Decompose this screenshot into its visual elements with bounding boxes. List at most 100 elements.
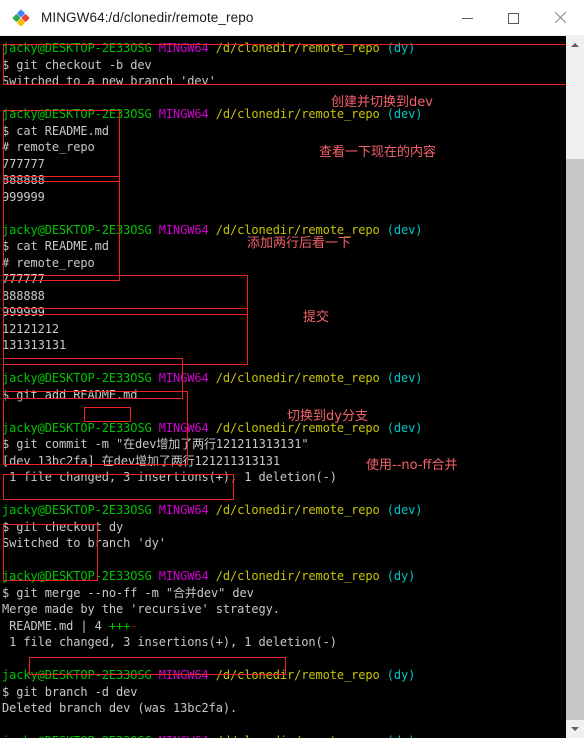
output-line: Deleted branch dev (was 13bc2fa). <box>2 700 566 717</box>
diffstat-additions: +++ <box>108 618 131 633</box>
command-text: $ git checkout -b dev <box>2 57 152 72</box>
output-text: 888888 <box>2 288 45 303</box>
terminal-area[interactable]: jacky@DESKTOP-2E33OSG MINGW64 /d/clonedi… <box>0 36 566 738</box>
output-line: 999999 <box>2 304 566 321</box>
command-flag-no-ff: --no-ff <box>87 585 138 600</box>
command-line: $ cat README.md <box>2 123 566 140</box>
prompt-host: MINGW64 <box>158 569 209 583</box>
prompt-line: jacky@DESKTOP-2E33OSG MINGW64 /d/clonedi… <box>2 733 566 738</box>
output-line: 1 file changed, 3 insertions(+), 1 delet… <box>2 634 566 651</box>
output-line: # remote_repo <box>2 255 566 272</box>
annotation-view-content: 查看一下现在的内容 <box>319 145 437 160</box>
prompt-host: MINGW64 <box>158 668 209 682</box>
command-line: $ git add README.md <box>2 387 566 404</box>
scrollbar-thumb[interactable] <box>566 54 584 159</box>
diffstat-deletions: - <box>130 618 138 633</box>
output-line: 131313131 <box>2 337 566 354</box>
output-text: 999999 <box>2 305 45 319</box>
annotation-commit: 提交 <box>303 310 330 325</box>
prompt-user: jacky@DESKTOP-2E33OSG <box>2 420 152 435</box>
output-text: 777777 <box>2 156 45 171</box>
prompt-host: MINGW64 <box>158 222 209 237</box>
scrollbar-track[interactable] <box>566 54 584 720</box>
vertical-scrollbar[interactable] <box>566 36 584 738</box>
output-line: # remote_repo <box>2 139 566 156</box>
prompt-branch: (dev) <box>386 420 423 435</box>
prompt-host: MINGW64 <box>158 420 209 435</box>
output-text: # remote_repo <box>2 140 95 154</box>
output-text: 777777 <box>2 272 45 286</box>
prompt-host: MINGW64 <box>158 371 209 385</box>
prompt-branch: (dy) <box>386 41 416 55</box>
output-line: Merge made by the 'recursive' strategy. <box>2 601 566 618</box>
maximize-button[interactable] <box>490 0 536 36</box>
command-line: $ git checkout dy <box>2 519 566 536</box>
output-line: README.md | 4 +++- <box>2 618 566 635</box>
output-text: # remote_repo <box>2 255 95 270</box>
prompt-branch: (dy) <box>386 668 416 682</box>
output-line: 1 file changed, 3 insertions(+), 1 delet… <box>2 469 566 486</box>
maximize-icon <box>507 12 519 24</box>
prompt-line: jacky@DESKTOP-2E33OSG MINGW64 /d/clonedi… <box>2 667 566 684</box>
output-text: [dev 13bc2fa] 在dev增加了两行121211313131 <box>2 453 281 468</box>
scroll-down-button[interactable] <box>566 720 584 738</box>
prompt-user: jacky@DESKTOP-2E33OSG <box>2 668 152 682</box>
minimize-button[interactable] <box>444 0 490 36</box>
output-line: 888888 <box>2 288 566 305</box>
command-text-tail: -m "合并dev" dev <box>137 585 254 600</box>
command-text: $ git branch -d dev <box>2 684 138 699</box>
output-text: Deleted branch dev (was 13bc2fa). <box>2 701 238 715</box>
prompt-branch: (dev) <box>386 371 423 385</box>
command-text: $ cat README.md <box>2 123 109 138</box>
output-text: 888888 <box>2 173 45 187</box>
prompt-line: jacky@DESKTOP-2E33OSG MINGW64 /d/clonedi… <box>2 106 566 123</box>
prompt-path: /d/clonedir/remote_repo <box>215 41 380 55</box>
prompt-user: jacky@DESKTOP-2E33OSG <box>2 503 152 517</box>
scroll-up-button[interactable] <box>566 36 584 54</box>
prompt-host: MINGW64 <box>158 107 209 121</box>
terminal-screen: jacky@DESKTOP-2E33OSG MINGW64 /d/clonedi… <box>2 40 566 738</box>
minimize-icon <box>461 17 473 19</box>
command-text: $ git commit -m "在dev增加了两行121211313131" <box>2 437 309 451</box>
command-line: $ git branch -d dev <box>2 684 566 701</box>
diffstat-file: README.md | 4 <box>2 618 109 633</box>
output-text: Merge made by the 'recursive' strategy. <box>2 602 280 616</box>
command-line: $ git commit -m "在dev增加了两行121211313131" <box>2 436 566 453</box>
command-text: $ git checkout dy <box>2 519 124 534</box>
prompt-user: jacky@DESKTOP-2E33OSG <box>2 734 152 738</box>
output-text: 12121212 <box>2 321 59 336</box>
output-line: 777777 <box>2 271 566 288</box>
chevron-down-icon <box>571 727 579 731</box>
output-text: Switched to branch 'dy' <box>2 536 166 550</box>
prompt-line: jacky@DESKTOP-2E33OSG MINGW64 /d/clonedi… <box>2 420 566 437</box>
output-text: Switched to a new branch 'dev' <box>2 74 216 88</box>
output-text: 1 file changed, 3 insertions(+), 1 delet… <box>2 635 337 649</box>
annotation-use-no-ff: 使用--no-ff合并 <box>366 458 458 473</box>
annotation-switch-dy: 切换到dy分支 <box>287 409 368 424</box>
prompt-host: MINGW64 <box>159 734 209 738</box>
window-title: MINGW64:/d/clonedir/remote_repo <box>41 10 254 25</box>
command-text: $ git merge <box>2 585 88 600</box>
output-line: Switched to a new branch 'dev' <box>2 73 566 90</box>
output-line: 12121212 <box>2 321 566 338</box>
close-button[interactable] <box>536 0 584 36</box>
prompt-path: /d/clonedir/remote_repo <box>215 569 380 583</box>
prompt-path: /d/clonedir/remote_repo <box>215 668 380 682</box>
output-text: 1 file changed, 3 insertions(+), 1 delet… <box>2 470 337 484</box>
output-line: [dev 13bc2fa] 在dev增加了两行121211313131 <box>2 453 566 470</box>
command-text: $ cat README.md <box>2 239 109 253</box>
prompt-line: jacky@DESKTOP-2E33OSG MINGW64 /d/clonedi… <box>2 568 566 585</box>
git-bash-icon <box>10 7 32 29</box>
prompt-path: /d/clonedir/remote_repo <box>216 734 380 738</box>
output-text: 999999 <box>2 189 45 204</box>
prompt-line: jacky@DESKTOP-2E33OSG MINGW64 /d/clonedi… <box>2 40 566 57</box>
prompt-user: jacky@DESKTOP-2E33OSG <box>2 222 152 237</box>
prompt-host: MINGW64 <box>158 503 209 517</box>
